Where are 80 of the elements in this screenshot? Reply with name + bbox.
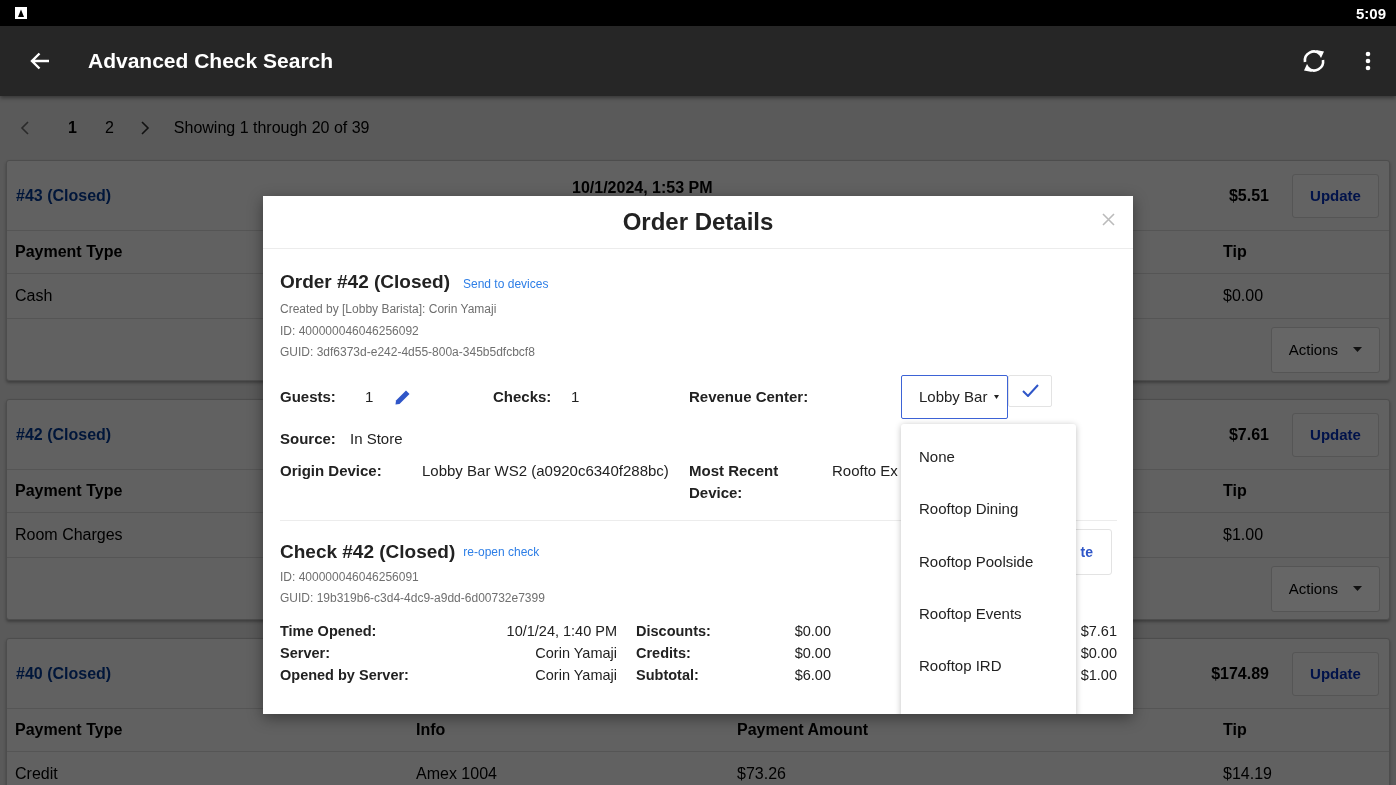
check-icon — [1021, 384, 1039, 397]
order-title: Order #42 (Closed) — [280, 271, 450, 293]
table-cell: $14.19 — [1223, 765, 1272, 783]
actions-button[interactable]: Actions — [1270, 326, 1380, 373]
check-date: 10/1/2024, 1:53 PM — [572, 179, 713, 196]
check-total: $7.61 — [1228, 425, 1269, 444]
dialog-title: Order Details — [622, 208, 774, 236]
column-header: Payment Amount — [737, 721, 868, 739]
field-label: Source: — [280, 430, 336, 447]
notification-icon — [15, 7, 27, 19]
summary-label: Credits: — [636, 643, 691, 663]
column-header: Tip — [1223, 243, 1247, 261]
field-value: In Store — [350, 430, 403, 447]
order-meta-text: GUID: 3df6373d-e242-4d55-800a-345b5dfcbcf8 — [280, 344, 535, 361]
field-label: Most Recent Device: — [689, 460, 780, 503]
check-total: $174.89 — [1211, 664, 1269, 683]
field-value: 1 — [571, 388, 580, 405]
summary-value: $0.00 — [794, 621, 831, 641]
reopen-check-link[interactable]: re-open check — [463, 544, 540, 559]
update-button[interactable]: Update — [1292, 651, 1379, 696]
field-label: Origin Device: — [280, 460, 382, 481]
table-cell: $0.00 — [1223, 287, 1264, 305]
field-label: Checks: — [493, 388, 552, 405]
field-value: Roofto Ex — [832, 460, 898, 481]
summary-label: Subtotal: — [636, 665, 699, 685]
column-header: Payment Type — [15, 243, 123, 261]
clock-time: 5:09 — [1355, 4, 1386, 22]
check-total: $5.51 — [1228, 186, 1269, 205]
column-header: Info — [416, 721, 446, 739]
table-cell: Amex 1004 — [416, 765, 497, 783]
check-title: Check #42 (Closed) — [280, 540, 456, 563]
table-cell: Credit — [15, 765, 58, 783]
back-arrow-icon[interactable] — [30, 52, 50, 70]
order-meta-text: ID: 400000046046256092 — [280, 322, 419, 340]
summary-label: Time Opened: — [280, 621, 377, 641]
summary-label: Opened by Server: — [280, 665, 409, 685]
update-button[interactable]: Update — [1292, 412, 1379, 457]
summary-value: Corin Yamaji — [535, 643, 617, 663]
summary-value: $1.00 — [1080, 665, 1117, 685]
field-label: Guests: — [280, 388, 336, 405]
results-summary: Showing 1 through 20 of 39 — [173, 119, 370, 137]
column-header: Tip — [1223, 721, 1247, 739]
summary-label: Server: — [280, 643, 330, 663]
summary-value: $6.00 — [794, 665, 831, 685]
revenue-center-select[interactable]: Lobby Bar — [901, 374, 1008, 419]
page-title: Advanced Check Search — [88, 49, 334, 73]
summary-value: Corin Yamaji — [535, 665, 617, 685]
summary-value: $0.00 — [794, 643, 831, 663]
summary-value: $7.61 — [1080, 621, 1117, 641]
dropdown-option[interactable]: None — [901, 431, 1076, 484]
send-to-devices-link[interactable]: Send to devices — [463, 277, 549, 291]
caret-icon — [1353, 586, 1362, 591]
column-header: Payment Type — [15, 721, 123, 739]
field-label: Revenue Center: — [689, 388, 809, 405]
order-meta-text: Created by [Lobby Barista]: Corin Yamaji — [280, 301, 497, 318]
field-value: 1 — [365, 388, 374, 405]
update-button[interactable]: Update — [1292, 173, 1379, 218]
field-value: Lobby Bar WS2 (a0920c6340f288bc) — [422, 460, 669, 481]
check-meta-text: GUID: 19b319b6-c3d4-4dc9-a9dd-6d00732e7399 — [280, 590, 545, 607]
pencil-icon[interactable] — [395, 388, 412, 405]
page-link[interactable]: 1 — [54, 119, 91, 137]
refresh-icon[interactable] — [1301, 48, 1327, 74]
column-header: Tip — [1223, 482, 1247, 500]
page-link[interactable]: 2 — [90, 119, 128, 137]
column-header: Payment Type — [15, 482, 123, 500]
check-meta-text: ID: 400000046046256091 — [280, 568, 419, 586]
next-page-icon[interactable] — [139, 121, 150, 135]
dropdown-option[interactable]: Rooftop IRD — [901, 640, 1076, 693]
summary-label: Discounts: — [636, 621, 711, 641]
caret-icon — [1353, 347, 1362, 352]
dropdown-option[interactable]: Rooftop Events — [901, 587, 1076, 641]
summary-value: 10/1/24, 1:40 PM — [506, 621, 617, 641]
confirm-button[interactable] — [1008, 374, 1052, 407]
summary-value: $0.00 — [1080, 643, 1117, 663]
table-cell: Room Charges — [15, 526, 123, 544]
table-cell: Cash — [15, 287, 53, 305]
actions-button[interactable]: Actions — [1270, 565, 1380, 612]
more-options-icon[interactable] — [1365, 51, 1371, 71]
table-cell: $73.26 — [737, 765, 786, 783]
table-cell: $1.00 — [1223, 526, 1264, 544]
